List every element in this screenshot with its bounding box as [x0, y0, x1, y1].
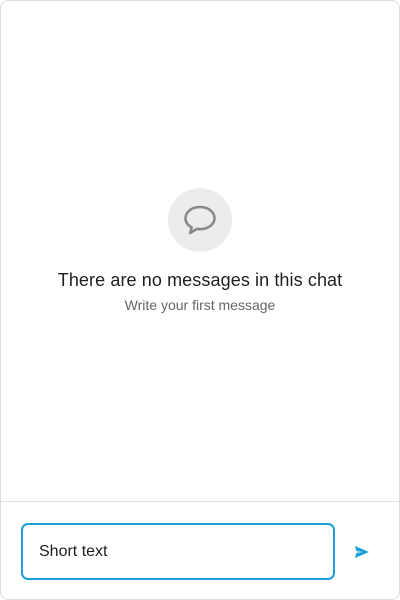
messages-area: There are no messages in this chat Write…: [1, 1, 399, 501]
send-button[interactable]: [345, 536, 379, 568]
chat-window: There are no messages in this chat Write…: [0, 0, 400, 600]
empty-state-subtitle: Write your first message: [124, 297, 276, 313]
message-composer: [1, 501, 399, 599]
send-icon: [355, 546, 369, 558]
chat-bubble-icon: [168, 188, 232, 252]
empty-state: There are no messages in this chat Write…: [1, 188, 399, 314]
empty-state-title: There are no messages in this chat: [57, 270, 343, 290]
message-input[interactable]: [21, 523, 335, 580]
